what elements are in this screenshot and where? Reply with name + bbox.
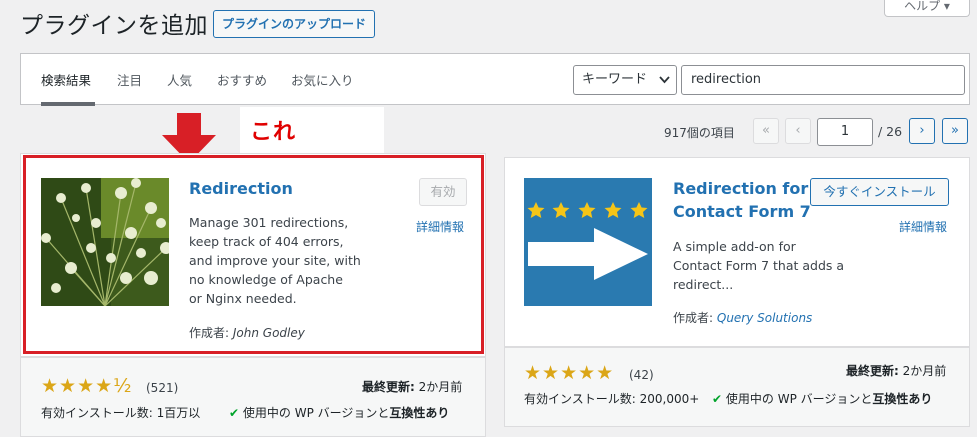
tab-recommended[interactable]: おすすめ	[217, 70, 267, 89]
highlight-frame	[23, 155, 484, 354]
compat-prefix: 使用中の WP バージョンと	[242, 406, 390, 420]
last-page-button[interactable]: »	[942, 118, 968, 144]
checkmark-icon: ✔	[229, 406, 240, 420]
active-installs: 有効インストール数: 1百万以	[41, 406, 201, 420]
last-updated: 最終更新: 2か月前	[362, 378, 462, 395]
last-updated-label: 最終更新:	[846, 364, 899, 378]
page-title: プラグインを追加	[20, 13, 208, 39]
checkmark-icon: ✔	[712, 392, 723, 406]
author-label: 作成者:	[673, 311, 714, 325]
first-page-button[interactable]: «	[753, 118, 779, 144]
rating-count[interactable]: (42)	[629, 368, 654, 382]
prev-page-button[interactable]: ‹	[785, 118, 811, 144]
compatibility: ✔ 使用中の WP バージョンと互換性あり	[712, 390, 932, 407]
total-pages: / 26	[878, 124, 903, 139]
description-line: redirect...	[673, 277, 734, 292]
upload-plugin-button[interactable]: プラグインのアップロード	[213, 10, 376, 38]
filter-bar: 検索結果 注目 人気 おすすめ お気に入り キーワード redirection	[20, 53, 970, 106]
description-line: Contact Form 7 that adds a	[673, 258, 845, 273]
more-details-link[interactable]: 詳細情報	[899, 218, 947, 235]
tab-popular[interactable]: 人気	[167, 70, 192, 89]
author-link[interactable]: Query Solutions	[717, 311, 812, 325]
search-type-value: キーワード	[582, 72, 648, 87]
compat-strong: 互換性あり	[872, 392, 933, 406]
plugin-name-link[interactable]: Redirection for Contact Form 7	[673, 177, 811, 223]
plugin-author: 作成者: Query Solutions	[673, 309, 812, 326]
help-tab[interactable]: ヘルプ ▾	[884, 0, 970, 17]
tab-favorites[interactable]: お気に入り	[291, 70, 354, 89]
current-page-input[interactable]: 1	[817, 118, 873, 146]
tab-featured[interactable]: 注目	[117, 70, 142, 89]
next-page-button[interactable]: ›	[909, 118, 935, 144]
compat-prefix: 使用中の WP バージョンと	[725, 392, 873, 406]
last-updated-value: 2か月前	[902, 364, 947, 378]
active-installs: 有効インストール数: 200,000+	[524, 392, 700, 406]
last-updated: 最終更新: 2か月前	[846, 362, 946, 379]
plugin-card-footer	[20, 357, 486, 437]
tab-search-results[interactable]: 検索結果	[41, 70, 91, 89]
chevron-down-icon: ▾	[943, 0, 950, 13]
search-type-select[interactable]: キーワード	[573, 65, 677, 95]
compatibility: ✔ 使用中の WP バージョンと互換性あり	[229, 404, 449, 421]
last-updated-label: 最終更新:	[362, 380, 415, 394]
chevron-down-icon	[659, 66, 670, 105]
description-line: A simple add-on for	[673, 239, 796, 254]
compat-strong: 互換性あり	[389, 406, 450, 420]
help-tab-label: ヘルプ	[904, 0, 941, 13]
plugin-search-input[interactable]: redirection	[681, 65, 965, 95]
rating-count[interactable]: (521)	[146, 381, 178, 395]
items-count: 917個の項目	[664, 126, 735, 140]
plugin-thumbnail[interactable]	[524, 178, 652, 306]
plugin-name-line: Contact Form 7	[673, 202, 811, 221]
plugin-description: A simple add-on for Contact Form 7 that …	[673, 237, 844, 294]
plugin-name-line: Redirection for	[673, 179, 809, 198]
star-rating: ★★★★★	[524, 362, 615, 384]
star-rating: ★★★★½	[41, 375, 133, 397]
last-updated-value: 2か月前	[418, 380, 463, 394]
current-tab-indicator	[41, 102, 95, 106]
install-now-button[interactable]: 今すぐインストール	[810, 178, 949, 206]
plugin-card-footer	[504, 347, 970, 427]
annotation-note: これ	[250, 120, 297, 145]
